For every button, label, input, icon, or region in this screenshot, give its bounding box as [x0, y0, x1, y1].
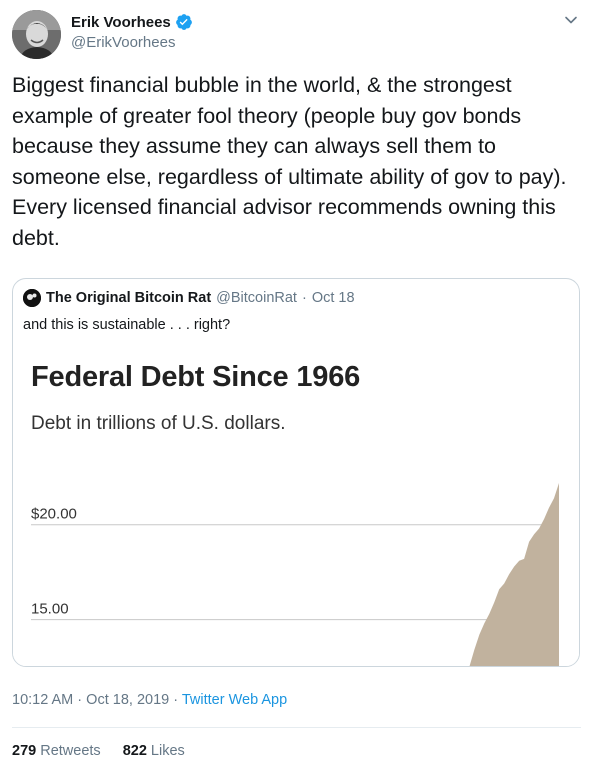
verified-badge-icon	[175, 14, 192, 30]
tweet-stats: 279 Retweets 822 Likes	[12, 743, 185, 759]
author-handle[interactable]: @ErikVoorhees	[71, 34, 193, 51]
tweet-time[interactable]: 10:12 AM	[12, 692, 73, 708]
retweets-count: 279	[12, 743, 37, 759]
retweets-label: Retweets	[40, 743, 101, 759]
author-name-row: Erik Voorhees	[71, 12, 193, 32]
tweet-meta: 10:12 AM · Oct 18, 2019 · Twitter Web Ap…	[12, 692, 287, 708]
source-app-link[interactable]: Twitter Web App	[182, 692, 287, 708]
author-avatar[interactable]	[12, 10, 61, 59]
chevron-down-icon[interactable]	[563, 12, 579, 28]
chart-plot-area: $20.00 15.00	[31, 483, 559, 666]
quoted-author-avatar	[23, 289, 41, 307]
quoted-tweet-card[interactable]: The Original Bitcoin Rat @BitcoinRat · O…	[12, 278, 580, 667]
stats-divider	[12, 727, 581, 728]
meta-separator: ·	[173, 692, 179, 708]
quoted-separator: ·	[301, 290, 307, 306]
author-name[interactable]: Erik Voorhees	[71, 14, 171, 31]
likes-stat[interactable]: 822 Likes	[123, 743, 185, 759]
quoted-tweet-text: and this is sustainable . . . right?	[23, 317, 231, 333]
quoted-author-handle: @BitcoinRat	[216, 290, 297, 306]
retweets-stat[interactable]: 279 Retweets	[12, 743, 101, 759]
author-block[interactable]: Erik Voorhees @ErikVoorhees	[71, 12, 193, 51]
likes-count: 822	[122, 743, 147, 759]
debt-area	[469, 483, 559, 666]
quoted-author-name: The Original Bitcoin Rat	[46, 290, 212, 306]
meta-separator: ·	[77, 692, 83, 708]
tweet-text: Biggest financial bubble in the world, &…	[12, 73, 567, 250]
tweet-date[interactable]: Oct 18, 2019	[86, 692, 169, 708]
rat-avatar-icon	[23, 289, 41, 307]
y-tick-label: 15.00	[31, 601, 69, 618]
y-tick-label: $20.00	[31, 506, 77, 523]
likes-label: Likes	[150, 743, 185, 759]
federal-debt-chart: Federal Debt Since 1966 Debt in trillion…	[13, 343, 579, 666]
quoted-date: Oct 18	[311, 290, 355, 306]
avatar-image	[12, 10, 61, 59]
quoted-tweet-header: The Original Bitcoin Rat @BitcoinRat · O…	[23, 289, 355, 307]
